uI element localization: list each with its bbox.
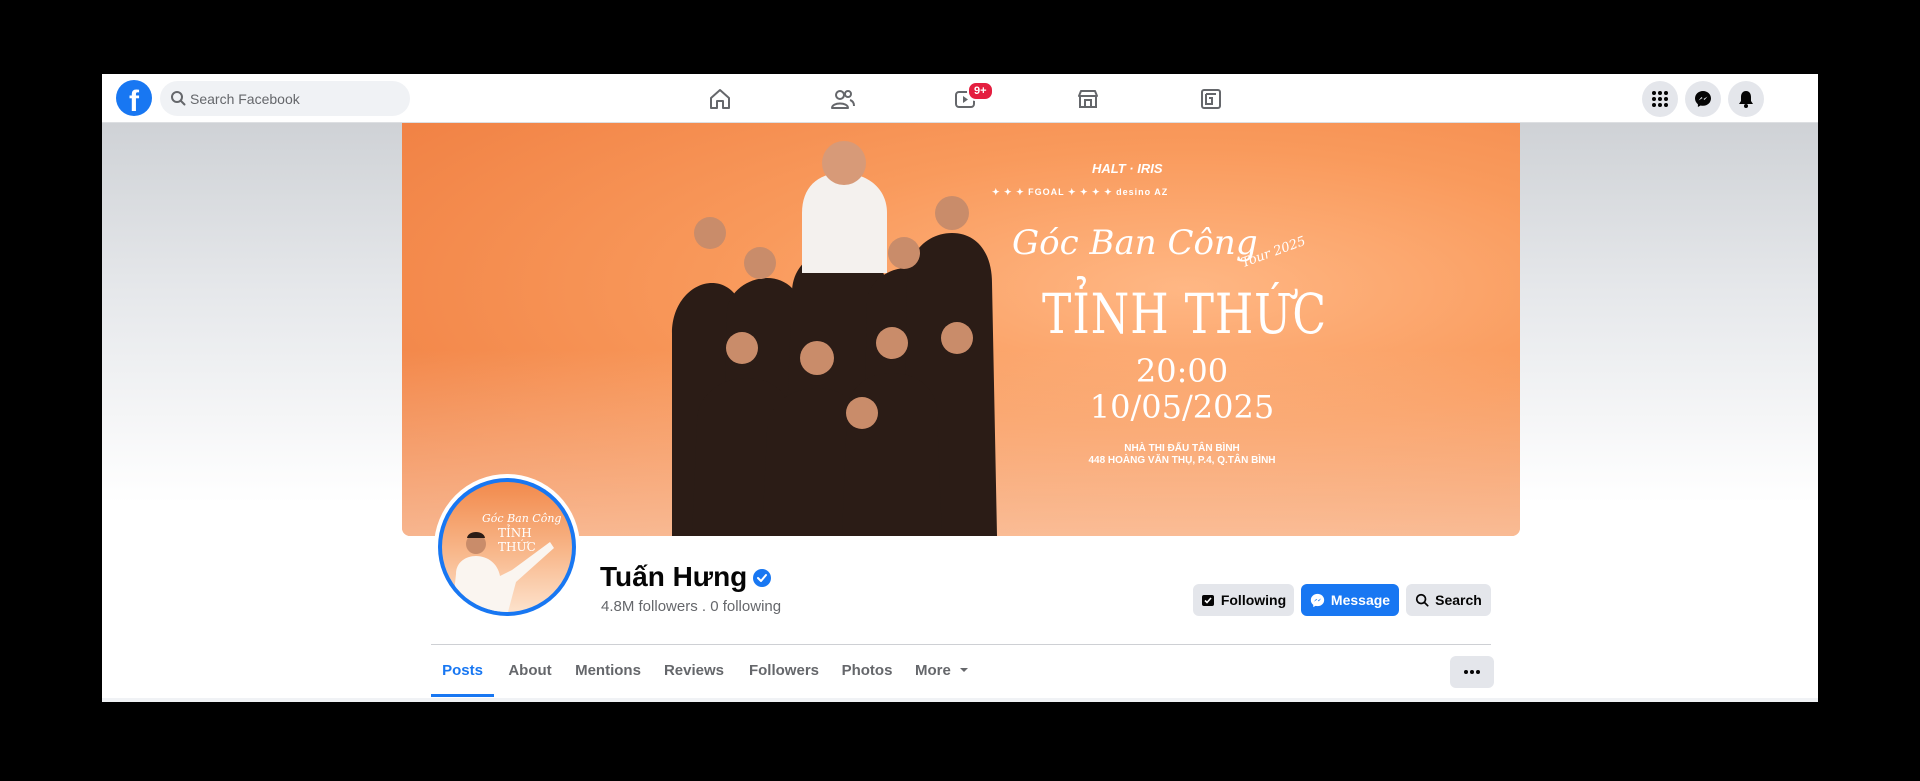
notification-badge: 9+ bbox=[967, 81, 994, 101]
menu-button[interactable] bbox=[1642, 81, 1678, 117]
tab-about[interactable]: About bbox=[502, 645, 558, 697]
following-label: Following bbox=[1220, 592, 1287, 608]
caret-down-icon bbox=[960, 668, 968, 672]
venue-name: NHÀ THI ĐẤU TÂN BÌNH bbox=[1124, 443, 1240, 454]
ellipsis-icon bbox=[1464, 670, 1480, 674]
nav-home[interactable] bbox=[700, 84, 740, 114]
avatar-image: Góc Ban Công TỈNH THỨC bbox=[442, 482, 572, 612]
friends-icon bbox=[831, 90, 855, 109]
messenger-button[interactable] bbox=[1685, 81, 1721, 117]
messenger-icon bbox=[1695, 91, 1711, 107]
more-options-button[interactable] bbox=[1450, 656, 1494, 688]
nav-gaming[interactable] bbox=[1191, 84, 1231, 114]
home-icon bbox=[710, 89, 730, 109]
profile-name: Tuấn Hưng bbox=[600, 561, 748, 592]
search-label: Search bbox=[1435, 592, 1482, 608]
avatar-portrait bbox=[452, 532, 554, 612]
poster-venue: NHÀ THI ĐẤU TÂN BÌNH 448 HOÀNG VĂN THỤ, … bbox=[1012, 443, 1352, 467]
top-navigation-bar: f 9+ bbox=[102, 74, 1818, 123]
page-bottom-edge bbox=[102, 698, 1818, 702]
message-label: Message bbox=[1330, 592, 1391, 608]
messenger-icon bbox=[1310, 593, 1325, 607]
tab-mentions[interactable]: Mentions bbox=[568, 645, 648, 697]
sponsor-logo-row: ✦ ✦ ✦ FGOAL ✦ ✦ ✦ ✦ desino AZ bbox=[992, 187, 1169, 197]
profile-search-button[interactable]: Search bbox=[1406, 584, 1491, 616]
notifications-button[interactable] bbox=[1728, 81, 1764, 117]
following-check-icon bbox=[1201, 595, 1214, 606]
follower-stats[interactable]: 4.8M followers . 0 following bbox=[601, 598, 781, 615]
poster-date: 10/05/2025 bbox=[1089, 388, 1275, 426]
tab-posts[interactable]: Posts bbox=[431, 645, 494, 697]
menu-grid-icon bbox=[1652, 91, 1668, 107]
poster-time: 20:00 bbox=[1135, 352, 1229, 390]
poster-datetime: 20:00 10/05/2025 bbox=[1047, 353, 1317, 425]
profile-avatar[interactable]: Góc Ban Công TỈNH THỨC bbox=[434, 474, 580, 620]
search-input[interactable] bbox=[190, 81, 400, 116]
notifications-bell-icon bbox=[1739, 91, 1753, 108]
cover-photo[interactable]: HALT · IRIS ✦ ✦ ✦ FGOAL ✦ ✦ ✦ ✦ desino A… bbox=[402, 123, 1520, 536]
nav-marketplace[interactable] bbox=[1068, 84, 1108, 114]
poster-title: Góc Ban Công bbox=[1012, 223, 1258, 263]
marketplace-icon bbox=[1078, 90, 1098, 108]
tab-reviews[interactable]: Reviews bbox=[658, 645, 730, 697]
tab-followers[interactable]: Followers bbox=[742, 645, 826, 697]
search-icon bbox=[1416, 593, 1429, 607]
nav-friends[interactable] bbox=[823, 84, 863, 114]
poster-subtitle: TỈNH THỨC bbox=[1042, 283, 1328, 347]
venue-address: 448 HOÀNG VĂN THỤ, P.4, Q.TÂN BÌNH bbox=[1088, 455, 1276, 466]
tab-more[interactable]: More bbox=[907, 645, 977, 697]
facebook-logo[interactable]: f bbox=[116, 80, 152, 116]
tab-photos[interactable]: Photos bbox=[837, 645, 897, 697]
following-button[interactable]: Following bbox=[1193, 584, 1294, 616]
sponsor-logos: HALT · IRIS bbox=[1092, 161, 1163, 176]
nav-watch[interactable]: 9+ bbox=[945, 81, 994, 114]
gaming-icon bbox=[1201, 89, 1221, 109]
cover-artists-image bbox=[672, 141, 997, 536]
verified-badge-icon bbox=[753, 569, 771, 587]
search-box[interactable] bbox=[160, 81, 410, 116]
tab-more-label: More bbox=[914, 662, 951, 679]
browser-window: f 9+ bbox=[102, 74, 1818, 702]
message-button[interactable]: Message bbox=[1301, 584, 1399, 616]
search-icon bbox=[171, 91, 186, 106]
